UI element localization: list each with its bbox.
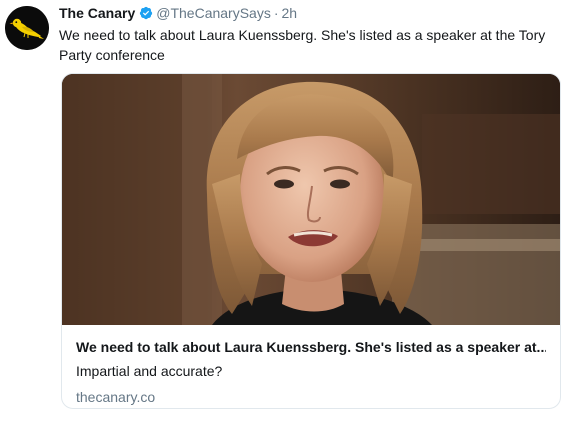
header-separator: · bbox=[273, 5, 279, 21]
canary-bird-icon bbox=[5, 6, 49, 50]
link-card[interactable]: We need to talk about Laura Kuenssberg. … bbox=[61, 73, 561, 409]
tweet-content: The Canary @TheCanarySays · 2h We need t… bbox=[59, 4, 559, 65]
card-description: Impartial and accurate? bbox=[76, 363, 223, 379]
tweet: The Canary @TheCanarySays · 2h We need t… bbox=[0, 0, 563, 422]
woman-portrait-photo bbox=[62, 74, 560, 325]
card-image bbox=[62, 74, 560, 325]
author-display-name[interactable]: The Canary bbox=[59, 4, 135, 22]
author-handle[interactable]: @TheCanarySays bbox=[156, 4, 271, 22]
card-body: We need to talk about Laura Kuenssberg. … bbox=[62, 325, 560, 406]
card-domain[interactable]: thecanary.co bbox=[76, 388, 546, 406]
verified-badge-icon bbox=[139, 6, 153, 20]
tweet-timestamp[interactable]: 2h bbox=[282, 4, 298, 22]
tweet-header: The Canary @TheCanarySays · 2h bbox=[59, 4, 559, 22]
avatar[interactable] bbox=[5, 6, 49, 50]
card-title[interactable]: We need to talk about Laura Kuenssberg. … bbox=[76, 338, 546, 356]
tweet-text: We need to talk about Laura Kuenssberg. … bbox=[59, 27, 546, 63]
